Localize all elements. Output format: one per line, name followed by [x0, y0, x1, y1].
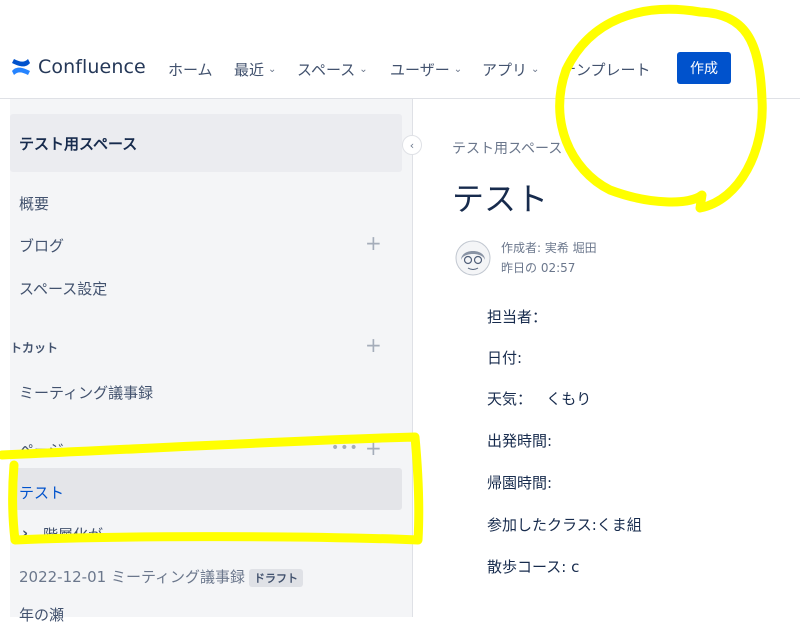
field-assignee: 担当者：	[487, 308, 548, 326]
page-tree-item-draft[interactable]: 2022-12-01 ミーティング議事録 ドラフト	[19, 566, 304, 587]
nav-spaces[interactable]: スペース ⌄	[297, 59, 368, 80]
space-name[interactable]: テスト用スペース	[10, 114, 402, 172]
add-shortcut-plus-icon[interactable]: +	[365, 333, 382, 357]
page-tree-item-tiered[interactable]: 階層化が	[43, 524, 103, 545]
confluence-icon	[12, 59, 30, 75]
page-title: テスト	[452, 180, 549, 218]
nav-home-label: ホーム	[168, 61, 213, 79]
field-departure-time: 出発時間:	[487, 432, 553, 450]
sidebar-item-meeting-notes[interactable]: ミーティング議事録	[19, 382, 153, 403]
pages-heading: ページ	[19, 441, 64, 459]
create-button[interactable]: 作成	[677, 52, 731, 84]
page-date: 昨日の 02:57	[501, 261, 576, 275]
page-tree-item-year-end[interactable]: 年の瀬	[19, 604, 64, 625]
add-page-plus-icon[interactable]: +	[365, 436, 382, 460]
app-title: Confluence	[38, 56, 146, 78]
chevron-down-icon: ⌄	[531, 64, 540, 75]
chevron-down-icon: ⌄	[453, 64, 463, 75]
field-class: 参加したクラス:くま組	[487, 516, 642, 534]
top-navigation: Confluence ホーム 最近 ⌄ スペース ⌄ ユーザー ⌄ アプリ ⌄ …	[0, 38, 800, 99]
expand-chevron-icon[interactable]: ›	[22, 524, 28, 542]
nav-spaces-label: スペース	[297, 61, 356, 79]
nav-home[interactable]: ホーム	[168, 59, 213, 80]
breadcrumb[interactable]: テスト用スペース	[452, 138, 562, 158]
nav-recent-label: 最近	[234, 61, 265, 79]
nav-people-label: ユーザー	[390, 61, 450, 79]
field-date: 日付:	[487, 349, 523, 367]
field-return-time: 帰園時間:	[487, 474, 553, 492]
shortcuts-heading: トカット	[10, 341, 59, 355]
nav-apps-label: アプリ	[482, 61, 528, 79]
more-actions-icon[interactable]: •••	[331, 440, 359, 456]
sidebar-item-space-settings[interactable]: スペース設定	[19, 278, 107, 299]
page-tree-item-test[interactable]: テスト	[19, 482, 64, 503]
field-walk-course: 散歩コース: c	[487, 558, 580, 576]
nav-templates-label: テンプレート	[561, 61, 651, 79]
chevron-down-icon: ⌄	[359, 64, 368, 75]
nav-apps[interactable]: アプリ ⌄	[482, 59, 539, 80]
chevron-down-icon: ⌄	[268, 64, 277, 75]
collapse-sidebar-button[interactable]: ‹	[402, 135, 422, 155]
add-blog-plus-icon[interactable]: +	[365, 231, 382, 255]
avatar[interactable]	[455, 240, 491, 276]
sidebar-item-blog[interactable]: ブログ	[19, 235, 64, 256]
draft-badge: ドラフト	[249, 568, 304, 587]
sidebar-item-selected-bg	[10, 468, 402, 510]
page-author[interactable]: 作成者: 実希 堀田	[501, 239, 597, 256]
nav-recent[interactable]: 最近 ⌄	[234, 59, 276, 80]
confluence-logo[interactable]: Confluence	[10, 56, 146, 78]
space-sidebar: テスト用スペース 概要 ブログ + スペース設定 トカット + ミーティング議事…	[10, 99, 413, 624]
nav-templates[interactable]: テンプレート	[561, 59, 651, 80]
sidebar-item-overview[interactable]: 概要	[19, 193, 49, 214]
draft-page-title: 2022-12-01 ミーティング議事録	[19, 568, 246, 586]
nav-people[interactable]: ユーザー ⌄	[390, 59, 462, 80]
field-weather: 天気： くもり	[487, 390, 592, 408]
